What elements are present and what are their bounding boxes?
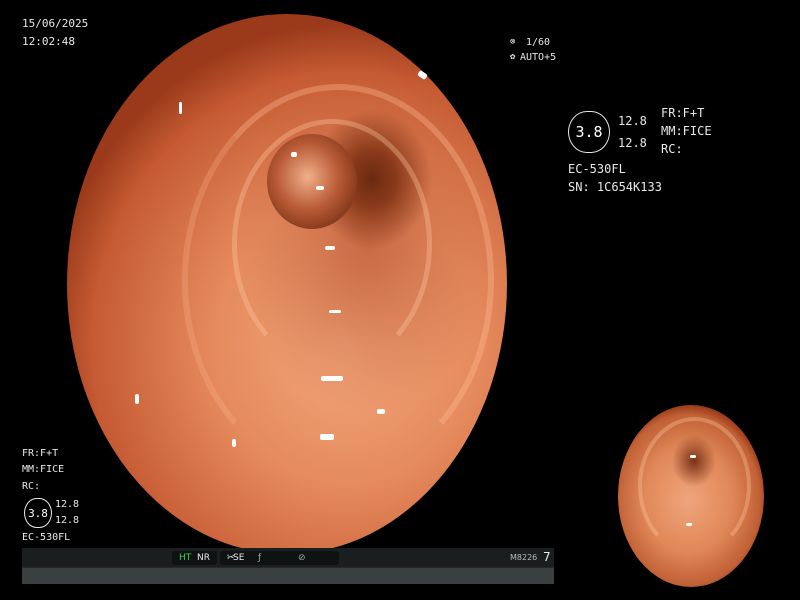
light-reflection bbox=[321, 376, 343, 381]
nr-indicator: NR bbox=[197, 553, 210, 563]
frame-mode-left: FR:F+T bbox=[22, 448, 59, 459]
lumen bbox=[267, 134, 357, 229]
status-bar: HT NR ✂ SE ƒ ⊘ M8226 7 bbox=[22, 548, 554, 584]
light-reflection bbox=[232, 439, 236, 447]
iris-icon: ✿ bbox=[510, 52, 516, 62]
light-reflection bbox=[329, 310, 341, 313]
auto-value: AUTO+5 bbox=[520, 52, 557, 63]
channel-value-2: 12.8 bbox=[618, 136, 647, 150]
freeze-icon: ƒ bbox=[258, 553, 262, 563]
light-reflection bbox=[690, 455, 696, 458]
shutter-icon: ⊗ bbox=[510, 37, 516, 47]
status-bar-bottom-row bbox=[22, 568, 554, 584]
light-reflection bbox=[325, 246, 335, 250]
scope-diameter-value-left: 3.8 bbox=[28, 506, 48, 520]
device-code: M8226 bbox=[510, 553, 538, 562]
light-reflection bbox=[179, 102, 182, 114]
mode-mm-left: MM:FICE bbox=[22, 464, 65, 475]
scope-serial: SN: 1C654K133 bbox=[568, 180, 662, 194]
scope-diameter-value: 3.8 bbox=[575, 123, 603, 141]
ht-indicator: HT bbox=[179, 553, 192, 563]
page-number: 7 bbox=[543, 550, 551, 564]
scope-model: EC-530FL bbox=[568, 162, 626, 176]
date-label: 15/06/2025 bbox=[22, 17, 89, 30]
light-reflection bbox=[316, 186, 324, 190]
channel-value-1: 12.8 bbox=[618, 114, 647, 128]
mucosal-fold-sub bbox=[638, 417, 751, 555]
endoscope-main-view bbox=[67, 14, 507, 554]
light-reflection bbox=[417, 69, 428, 81]
shutter-value: 1/60 bbox=[526, 37, 551, 48]
tool-pill bbox=[254, 551, 339, 565]
light-reflection bbox=[291, 152, 297, 157]
record-icon: ⊘ bbox=[298, 553, 306, 563]
time-label: 12:02:48 bbox=[22, 35, 75, 48]
status-bar-top-row: HT NR ✂ SE ƒ ⊘ M8226 7 bbox=[22, 548, 554, 567]
scope-diameter-badge: 3.8 bbox=[568, 111, 610, 153]
scope-diameter-badge-left: 3.8 bbox=[24, 498, 52, 528]
scope-model-left: EC-530FL bbox=[22, 532, 71, 543]
frame-mode: FR:F+T bbox=[661, 106, 705, 120]
mode-rc: RC: bbox=[661, 142, 683, 156]
channel-value-2-left: 12.8 bbox=[55, 515, 80, 526]
channel-value-1-left: 12.8 bbox=[55, 499, 80, 510]
light-reflection bbox=[686, 523, 692, 526]
light-reflection bbox=[377, 409, 385, 414]
light-reflection bbox=[320, 434, 334, 440]
light-reflection bbox=[135, 394, 139, 404]
mode-rc-left: RC: bbox=[22, 481, 41, 492]
endoscope-sub-view bbox=[618, 405, 764, 587]
mode-mm: MM:FICE bbox=[661, 124, 712, 138]
se-indicator: SE bbox=[233, 553, 245, 563]
